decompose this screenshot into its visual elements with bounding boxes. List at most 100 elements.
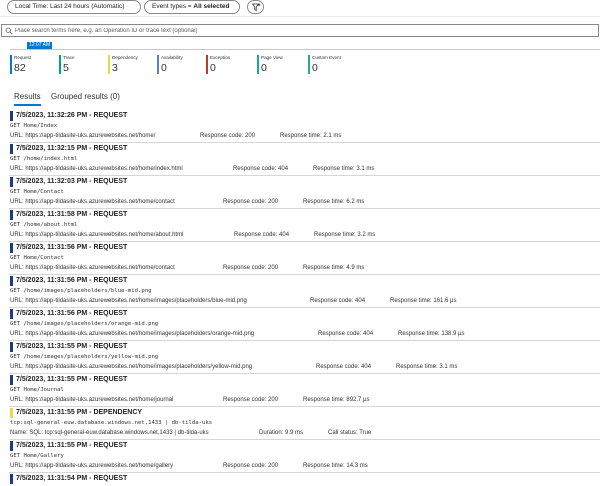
result-response-time: Response time: 161.6 µs (390, 298, 457, 304)
result-operation: GET Home/Index (10, 123, 58, 129)
result-divider (9, 340, 600, 341)
counter-value: 0 (161, 62, 167, 74)
result-response-code: Response code: 404 (310, 298, 366, 304)
result-operation: GET Home/Gallery (10, 453, 64, 459)
event-type-indicator (10, 276, 13, 286)
counter-exception[interactable]: Exception 0 (206, 55, 261, 74)
result-operation: GET /home/about.html (10, 222, 78, 228)
result-divider (9, 241, 600, 242)
result-item[interactable]: 7/5/2023, 11:32:15 PM - REQUEST GET /hom… (10, 144, 600, 177)
counter-label: Dependency (112, 55, 138, 60)
result-item[interactable]: 7/5/2023, 11:32:26 PM - REQUEST GET Home… (10, 111, 600, 144)
counter-label: Availability (161, 55, 183, 60)
result-url: URL: https://app-tildasite-uks.azurewebs… (10, 232, 184, 238)
counter-value: 0 (312, 62, 318, 74)
result-operation: GET /home/images/placeholders/blue-mid.p… (10, 288, 152, 294)
timeline-axis (10, 49, 600, 50)
result-item[interactable]: 7/5/2023, 11:31:55 PM - DEPENDENCY tcp:s… (10, 408, 600, 441)
result-response-time: Response time: 3.2 ms (314, 232, 376, 238)
event-types-value: All selected (193, 3, 230, 10)
event-type-indicator (10, 243, 13, 253)
result-response-code: Response code: 200 (223, 463, 279, 469)
result-url: URL: https://app-tildasite-uks.azurewebs… (10, 133, 156, 139)
counter-label: Exception (210, 55, 231, 60)
counter-color-bar (157, 55, 159, 74)
result-item[interactable]: 7/5/2023, 11:32:03 PM - REQUEST GET Home… (10, 177, 600, 210)
result-operation: GET Home/Contact (10, 189, 64, 195)
result-divider (9, 439, 600, 440)
result-url: URL: https://app-tildasite-uks.azurewebs… (10, 364, 253, 370)
result-response-code: Response code: 404 (318, 331, 374, 337)
result-divider (9, 208, 600, 209)
search-input[interactable] (15, 25, 595, 36)
result-response-code: Response code: 404 (233, 166, 289, 172)
counter-value: 82 (14, 62, 26, 74)
results-tabs: Results Grouped results (0) (0, 91, 600, 107)
counter-trace[interactable]: Trace 5 (59, 55, 114, 74)
result-operation: GET Home/Journal (10, 387, 64, 393)
result-response-code: Response code: 200 (223, 397, 279, 403)
search-box[interactable] (1, 24, 599, 37)
time-range-filter[interactable]: Local Time: Last 24 hours (Automatic) (7, 0, 141, 14)
result-call-status: Call status: True (328, 430, 372, 436)
result-item[interactable]: 7/5/2023, 11:31:56 PM - REQUEST GET /hom… (10, 309, 600, 342)
event-type-indicator (10, 441, 13, 451)
result-item[interactable]: 7/5/2023, 11:31:58 PM - REQUEST GET /hom… (10, 210, 600, 243)
event-types-prefix: Event types = (152, 3, 194, 10)
result-url: URL: https://app-tildasite-uks.azurewebs… (10, 331, 255, 337)
result-divider (9, 142, 600, 143)
event-type-counters: Request 82 Trace 5 Dependency 3 Availabi… (0, 55, 600, 75)
toolbar-divider (0, 16, 600, 17)
result-title: 7/5/2023, 11:31:55 PM - REQUEST (16, 376, 128, 383)
result-title: 7/5/2023, 11:31:54 PM - REQUEST (16, 475, 128, 482)
results-list: 7/5/2023, 11:32:26 PM - REQUEST GET Home… (0, 111, 600, 486)
counter-dependency[interactable]: Dependency 3 (108, 55, 163, 74)
counter-color-bar (59, 55, 61, 74)
result-item[interactable]: 7/5/2023, 11:31:56 PM - REQUEST GET Home… (10, 243, 600, 276)
counter-color-bar (257, 55, 259, 74)
result-operation: GET Home/Contact (10, 255, 64, 261)
result-title: 7/5/2023, 11:32:03 PM - REQUEST (16, 178, 128, 185)
result-item[interactable]: 7/5/2023, 11:31:56 PM - REQUEST GET /hom… (10, 276, 600, 309)
tab-grouped-results[interactable]: Grouped results (0) (51, 91, 120, 103)
add-filter-button[interactable] (247, 0, 264, 14)
counter-availability[interactable]: Availability 0 (157, 55, 212, 74)
result-response-code: Response code: 200 (200, 133, 256, 139)
counter-page-view[interactable]: Page View 0 (257, 55, 312, 74)
counter-label: Request (14, 55, 32, 60)
result-title: 7/5/2023, 11:32:15 PM - REQUEST (16, 145, 128, 152)
tab-results[interactable]: Results (14, 91, 41, 106)
counter-label: Custom Event (312, 55, 341, 60)
result-divider (9, 472, 600, 473)
counter-color-bar (108, 55, 110, 74)
result-operation: GET /home/images/placeholders/yellow-mid… (10, 354, 159, 360)
counter-label: Trace (63, 55, 75, 60)
result-response-time: Response time: 14.3 ms (303, 463, 368, 469)
counter-custom-event[interactable]: Custom Event 0 (308, 55, 363, 74)
result-name: Name: SQL: tcp:sql-general-euw.database.… (10, 430, 209, 436)
result-item[interactable]: 7/5/2023, 11:31:55 PM - REQUEST GET Home… (10, 375, 600, 408)
result-title: 7/5/2023, 11:31:58 PM - REQUEST (16, 211, 128, 218)
result-divider (9, 307, 600, 308)
counter-request[interactable]: Request 82 (10, 55, 65, 74)
counter-color-bar (308, 55, 310, 74)
result-divider (9, 274, 600, 275)
result-title: 7/5/2023, 11:31:55 PM - DEPENDENCY (16, 409, 143, 416)
result-item[interactable]: 7/5/2023, 11:31:55 PM - REQUEST GET Home… (10, 441, 600, 474)
result-item[interactable]: 7/5/2023, 11:31:54 PM - REQUEST (10, 474, 600, 486)
timeline-time-marker[interactable]: 12:07 AM (27, 42, 53, 49)
result-response-time: Response time: 138.9 µs (398, 331, 465, 337)
result-title: 7/5/2023, 11:31:55 PM - REQUEST (16, 442, 128, 449)
result-response-time: Response time: 4.9 ms (303, 265, 365, 271)
result-response-time: Response time: 2.1 ms (280, 133, 342, 139)
result-operation: GET /home/index.html (10, 156, 78, 162)
result-response-code: Response code: 200 (223, 265, 279, 271)
event-types-filter[interactable]: Event types = All selected (144, 0, 240, 14)
event-type-indicator (10, 375, 13, 385)
counter-value: 0 (210, 62, 216, 74)
event-type-indicator (10, 177, 13, 187)
result-title: 7/5/2023, 11:31:56 PM - REQUEST (16, 244, 128, 251)
result-item[interactable]: 7/5/2023, 11:31:55 PM - REQUEST GET /hom… (10, 342, 600, 375)
result-url: URL: https://app-tildasite-uks.azurewebs… (10, 463, 174, 469)
result-operation: GET /home/images/placeholders/orange-mid… (10, 321, 159, 327)
